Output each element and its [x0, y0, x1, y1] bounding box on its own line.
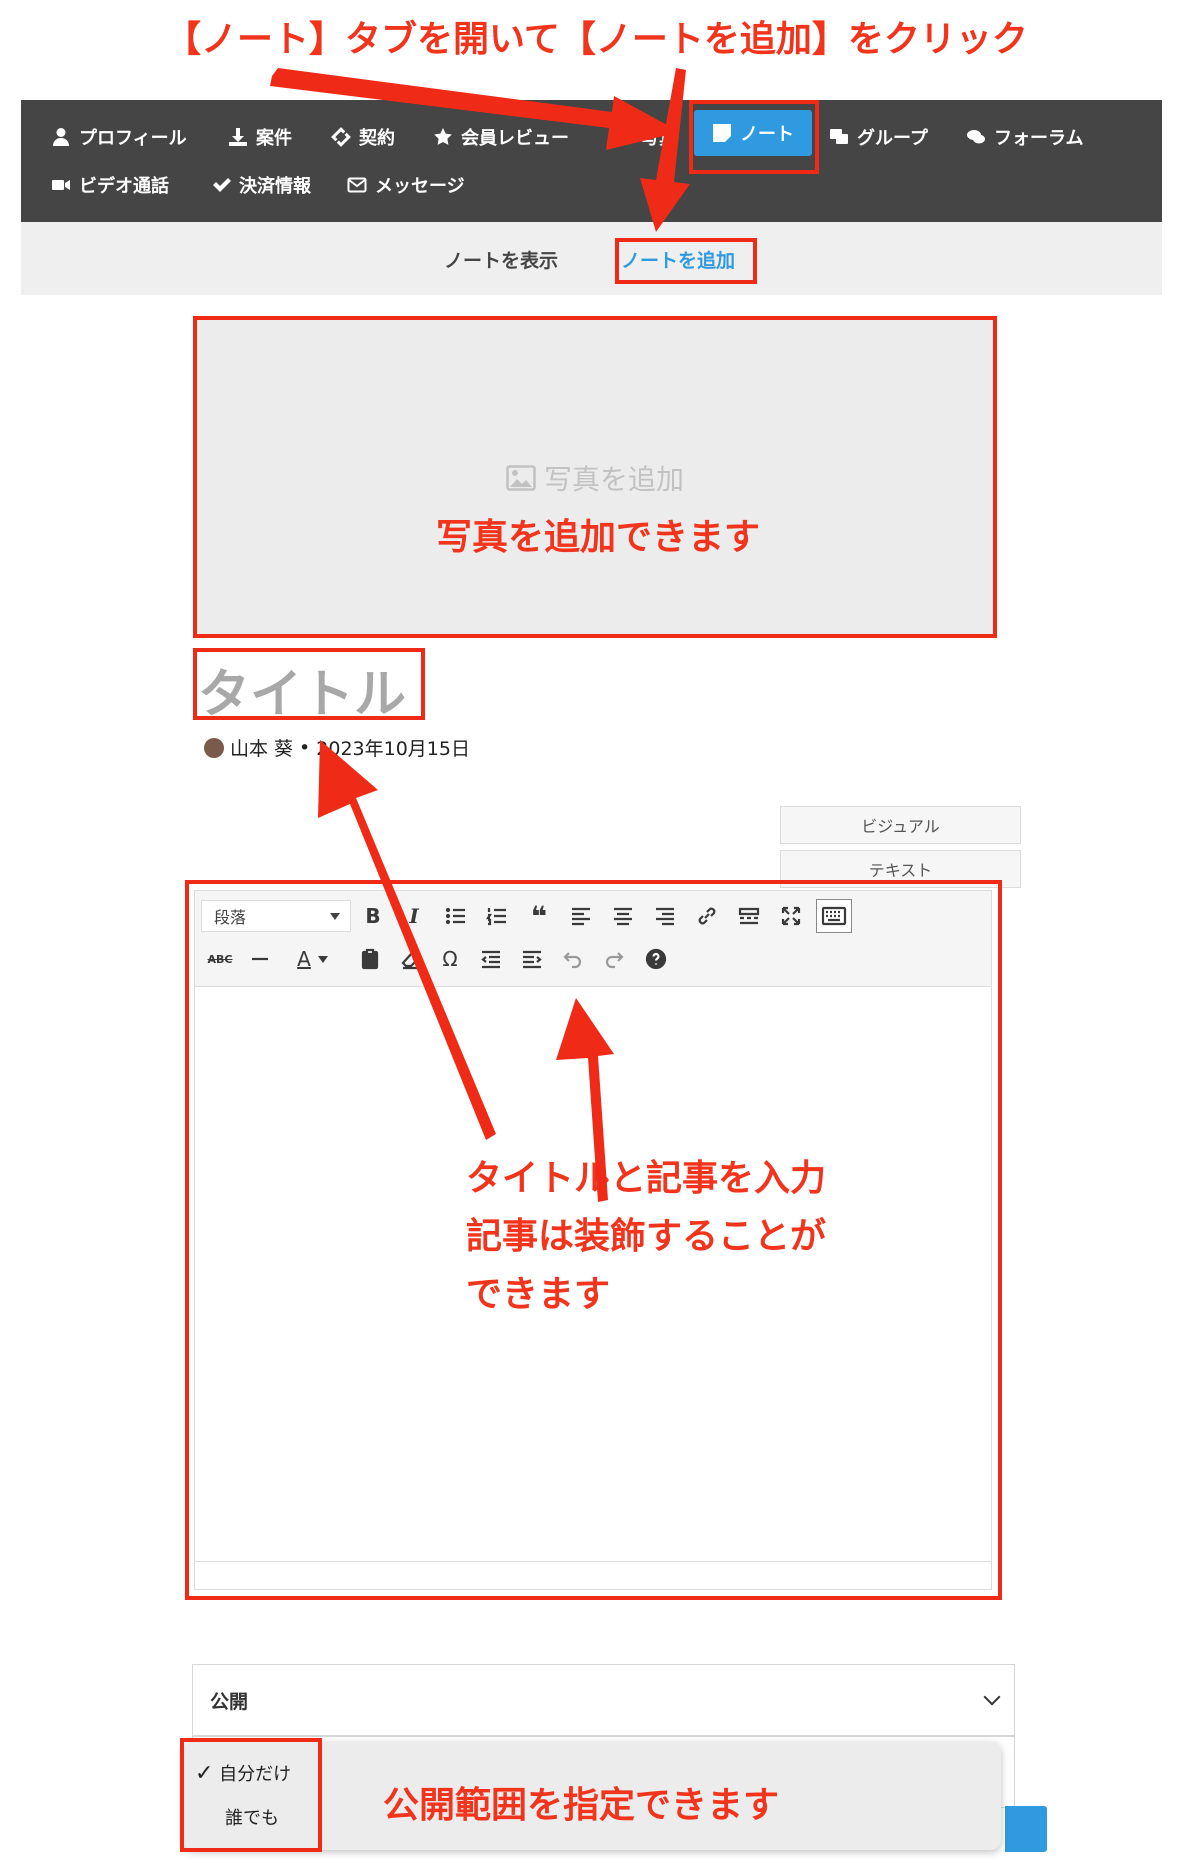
nav-label-groups: グループ: [857, 128, 928, 149]
annotation-box-title: [193, 648, 425, 720]
nav-label-profile: プロフィール: [79, 128, 187, 149]
group-icon: [830, 129, 848, 144]
nav-label-messages: メッセージ: [375, 176, 465, 197]
annotation-photo: 写真を追加できます: [436, 517, 761, 558]
author-name: 山本 葵: [230, 738, 294, 760]
nav-item-messages[interactable]: メッセージ: [347, 172, 465, 198]
annotation-editor-line-2: 記事は装飾することが: [466, 1216, 827, 1257]
annotation-visibility: 公開範囲を指定できます: [383, 1785, 780, 1826]
nav-item-photos[interactable]: 写真: [613, 124, 677, 150]
meta-separator: •: [299, 736, 311, 759]
nav-item-video-call[interactable]: ビデオ通話: [51, 172, 169, 198]
nav-label-reviews: 会員レビュー: [461, 128, 569, 149]
check-icon: [213, 178, 231, 192]
nav-label-contracts: 契約: [359, 128, 395, 149]
star-icon: [434, 128, 452, 145]
image-icon: [614, 130, 632, 144]
nav-label-projects: 案件: [256, 128, 292, 149]
nav-item-forums[interactable]: フォーラム: [966, 124, 1083, 150]
chevron-down-icon: [983, 1688, 1001, 1706]
instruction-heading: 【ノート】タブを開いて【ノートを追加】をクリック: [165, 19, 1028, 60]
visual-mode-tab[interactable]: ビジュアル: [780, 806, 1021, 844]
nav-item-reviews[interactable]: 会員レビュー: [433, 124, 569, 150]
author-avatar: [204, 737, 224, 758]
annotation-box-notes-tab: [689, 100, 819, 174]
sub-nav: ノートを表示 ノートを追加: [21, 222, 1162, 295]
annotation-editor: タイトルと記事を入力 記事は装飾することが できます: [466, 1150, 826, 1324]
visibility-select[interactable]: 公開: [192, 1664, 1015, 1736]
annotation-box-options: [180, 1738, 322, 1852]
submit-button[interactable]: [1005, 1806, 1047, 1852]
annotation-box-photo: [193, 316, 997, 638]
envelope-icon: [347, 177, 367, 193]
nav-label-forums: フォーラム: [994, 128, 1084, 149]
download-icon: [229, 128, 247, 146]
nav-label-payments: 決済情報: [239, 176, 311, 197]
view-notes-link[interactable]: ノートを表示: [444, 246, 558, 273]
nav-label-photos: 写真: [641, 128, 677, 149]
nav-item-contracts[interactable]: 契約: [331, 124, 395, 150]
nav-item-groups[interactable]: グループ: [829, 124, 928, 150]
post-date: 2023年10月15日: [316, 738, 470, 760]
annotation-editor-line-3: できます: [466, 1274, 611, 1315]
annotation-box-add-note: [615, 238, 757, 284]
main-nav-bar: プロフィール 案件 契約 会員レビュー 写真 ノート グループ フォーラム ビデ…: [21, 100, 1162, 222]
visibility-select-label: 公開: [210, 1690, 249, 1713]
comments-icon: [967, 130, 985, 144]
nav-label-video-call: ビデオ通話: [79, 176, 169, 197]
user-icon: [53, 128, 69, 146]
annotation-editor-line-1: タイトルと記事を入力: [466, 1158, 827, 1199]
nav-item-profile[interactable]: プロフィール: [51, 124, 187, 150]
nav-item-payments[interactable]: 決済情報: [211, 172, 311, 198]
video-icon: [52, 180, 70, 190]
post-meta: 山本 葵 • 2023年10月15日: [204, 734, 470, 761]
nav-item-projects[interactable]: 案件: [228, 124, 292, 150]
link-icon: [331, 127, 351, 147]
